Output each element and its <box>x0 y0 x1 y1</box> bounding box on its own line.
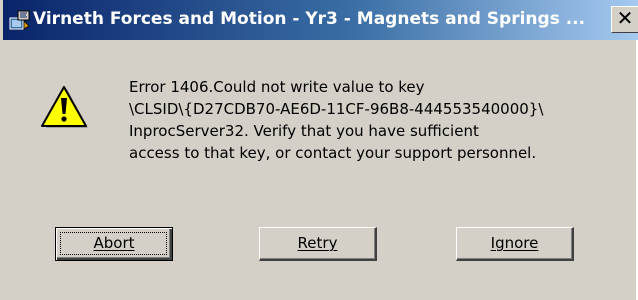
ignore-button[interactable]: Ignore <box>456 227 574 261</box>
title-bar[interactable]: Virneth Forces and Motion - Yr3 - Magnet… <box>3 0 638 40</box>
message-line: InprocServer32. Verify that you have suf… <box>129 122 479 140</box>
window-title: Virneth Forces and Motion - Yr3 - Magnet… <box>33 9 586 29</box>
error-message: Error 1406.Could not write value to key … <box>129 76 629 164</box>
warning-icon <box>41 86 88 128</box>
ignore-button-label: Ignore <box>490 234 539 252</box>
retry-button-label: Retry <box>297 234 338 252</box>
error-dialog: Virneth Forces and Motion - Yr3 - Magnet… <box>0 0 638 300</box>
abort-button[interactable]: Abort <box>55 227 173 261</box>
retry-button[interactable]: Retry <box>259 227 377 261</box>
message-line: access to that key, or contact your supp… <box>129 144 537 162</box>
installer-app-icon <box>9 10 30 30</box>
close-button[interactable]: ✕ <box>611 6 638 33</box>
message-line: \CLSID\{D27CDB70-AE6D-11CF-96B8-44455354… <box>129 100 544 118</box>
message-line: Error 1406.Could not write value to key <box>129 78 425 96</box>
abort-button-label: Abort <box>93 234 135 252</box>
close-icon: ✕ <box>616 6 634 30</box>
